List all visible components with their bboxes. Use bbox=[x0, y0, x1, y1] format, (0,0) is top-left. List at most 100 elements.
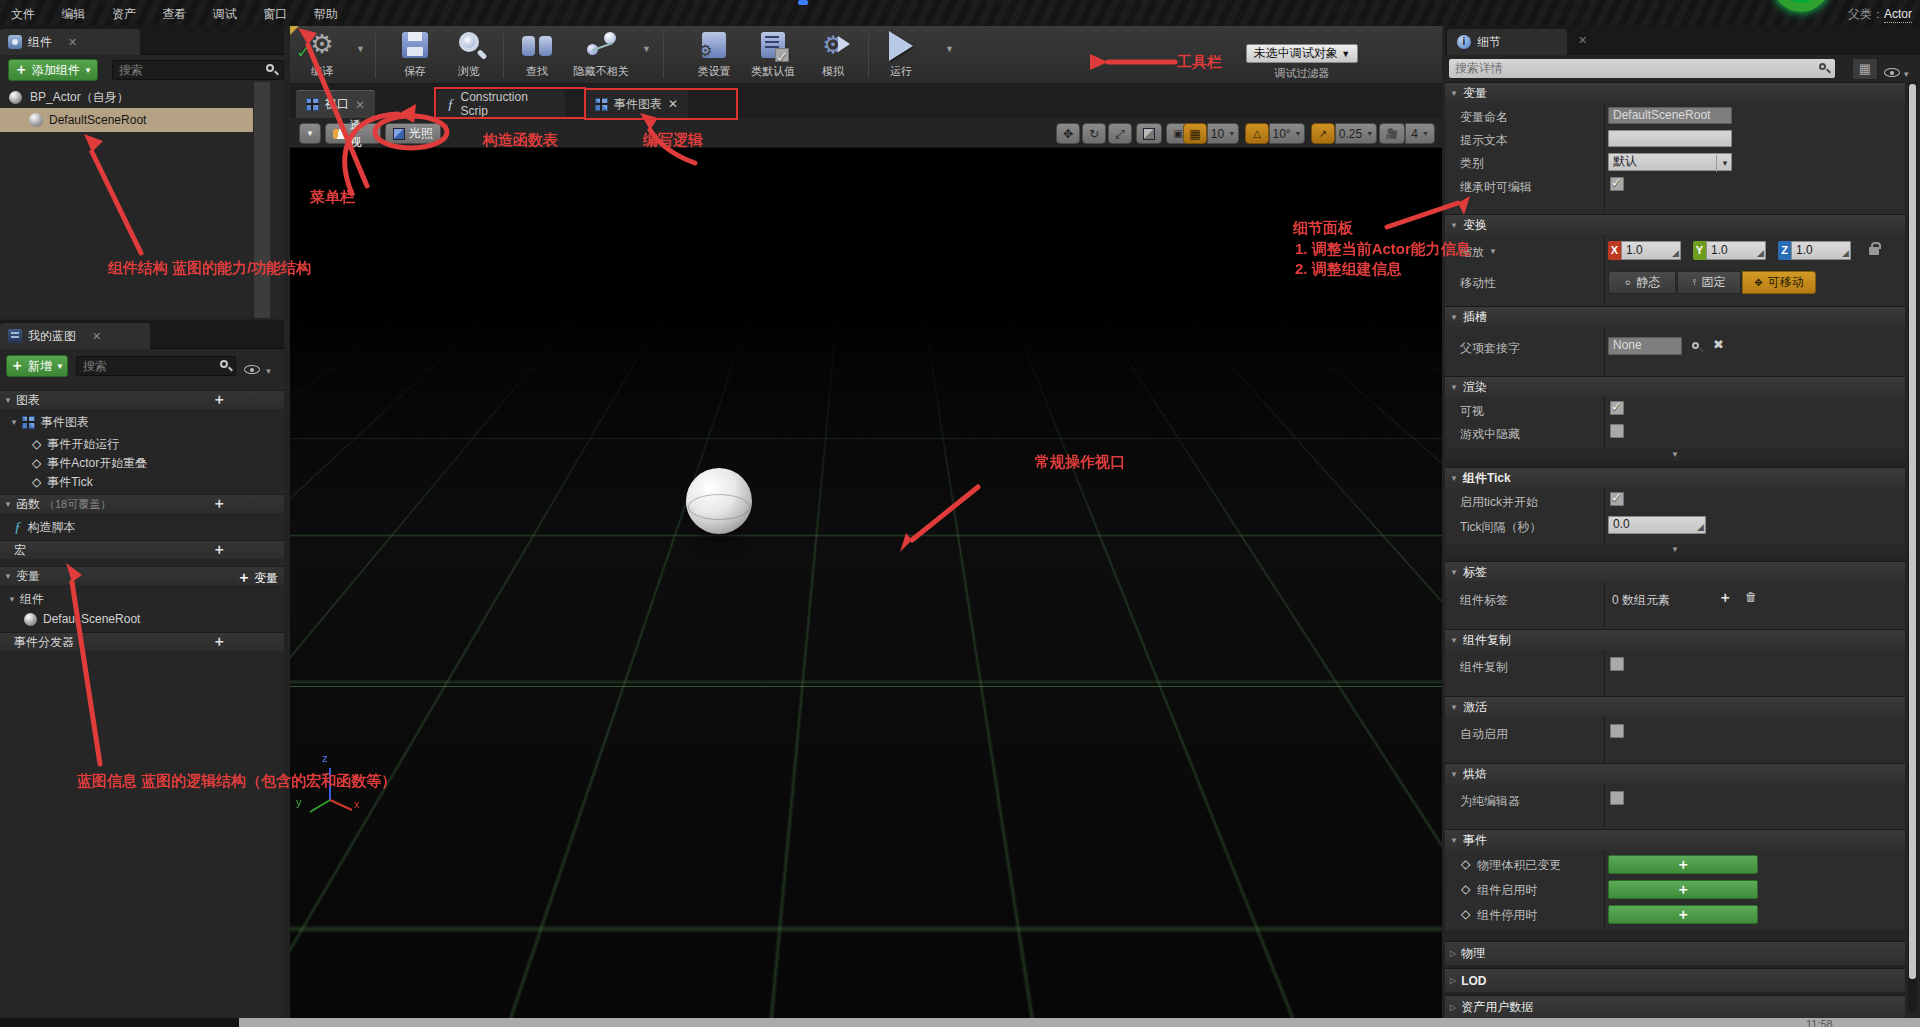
event-graph-row[interactable]: ▼ 事件图表 bbox=[0, 411, 253, 433]
menu-file[interactable]: 文件 bbox=[0, 0, 46, 29]
menu-view[interactable]: 查看 bbox=[151, 0, 197, 29]
close-icon[interactable]: ✕ bbox=[68, 36, 77, 49]
scale-tool-button[interactable]: ⤢ bbox=[1108, 123, 1132, 144]
tab-details[interactable]: i 细节 bbox=[1447, 29, 1567, 55]
find-button[interactable]: 查找 bbox=[505, 29, 569, 79]
menu-edit[interactable]: 编辑 bbox=[50, 0, 96, 29]
category-dropdown[interactable]: 默认▼ bbox=[1608, 153, 1732, 171]
tick-interval-field[interactable]: 0.0◢ bbox=[1608, 516, 1706, 534]
sphere-actor[interactable] bbox=[686, 468, 752, 534]
close-icon[interactable]: ✕ bbox=[355, 98, 365, 112]
display-options-button[interactable]: ▦ bbox=[1852, 58, 1878, 80]
components-search-input[interactable]: 搜索 bbox=[112, 60, 284, 80]
menu-window[interactable]: 窗口 bbox=[252, 0, 298, 29]
play-dropdown-caret[interactable]: ▼ bbox=[945, 44, 954, 54]
tab-viewport[interactable]: 视口 ✕ bbox=[296, 90, 375, 118]
lock-icon[interactable] bbox=[1869, 247, 1879, 255]
section-events-header[interactable]: ▼事件 bbox=[1445, 829, 1905, 850]
visibility-filter-icon[interactable]: ▼ bbox=[244, 360, 272, 378]
menu-asset[interactable]: 资产 bbox=[101, 0, 147, 29]
socket-search-icon[interactable] bbox=[1692, 342, 1699, 349]
rotation-snap-toggle[interactable]: △ bbox=[1245, 123, 1269, 144]
rotation-snap-value[interactable]: 10°▼ bbox=[1269, 123, 1305, 144]
tab-components[interactable]: 组件 ✕ bbox=[0, 29, 140, 55]
scale-y-field[interactable]: 1.0◢ bbox=[1706, 241, 1766, 260]
visible-checkbox[interactable] bbox=[1610, 401, 1624, 415]
tab-construction-script[interactable]: ƒ Construction Scrip bbox=[437, 90, 565, 118]
add-new-button[interactable]: ＋新增▼ bbox=[6, 355, 68, 377]
section-activation-header[interactable]: ▼激活 bbox=[1445, 696, 1905, 717]
tab-event-graph[interactable]: 事件图表 ✕ bbox=[585, 90, 688, 118]
section-lod-header[interactable]: ▷LOD bbox=[1445, 968, 1905, 992]
visibility-options-button[interactable]: ▼ bbox=[1884, 63, 1910, 81]
mobility-movable-button[interactable]: ✥可移动 bbox=[1742, 271, 1816, 294]
class-settings-button[interactable]: ⚙ 类设置 bbox=[682, 29, 746, 79]
scale-snap-toggle[interactable]: ↗ bbox=[1311, 123, 1335, 144]
close-icon[interactable]: ✕ bbox=[668, 97, 678, 111]
simulate-button[interactable]: ⚙ 模拟 bbox=[801, 29, 865, 79]
event-row[interactable]: ◇ 事件Tick bbox=[0, 471, 253, 493]
add-graph-button[interactable]: ＋ bbox=[212, 391, 226, 409]
rotate-tool-button[interactable]: ↻ bbox=[1082, 123, 1106, 144]
section-transform-header[interactable]: ▼变换 bbox=[1445, 214, 1905, 235]
mobility-static-button[interactable]: ⚪静态 bbox=[1608, 271, 1676, 294]
macros-section-header[interactable]: 宏 ＋ bbox=[0, 540, 284, 559]
section-tick-header[interactable]: ▼组件Tick bbox=[1445, 467, 1905, 488]
parent-socket-field[interactable]: None bbox=[1608, 337, 1682, 355]
components-group-row[interactable]: ▼ 组件 bbox=[0, 588, 253, 610]
section-cooking-header[interactable]: ▼烘焙 bbox=[1445, 763, 1905, 784]
world-local-toggle[interactable] bbox=[1136, 123, 1162, 144]
camera-speed-icon-button[interactable]: 🎥 bbox=[1379, 123, 1405, 144]
section-physics-header[interactable]: ▷物理 bbox=[1445, 941, 1905, 965]
compile-dropdown-caret[interactable]: ▼ bbox=[356, 44, 365, 54]
components-scrollbar[interactable] bbox=[254, 82, 270, 318]
section-replication-header[interactable]: ▼组件复制 bbox=[1445, 629, 1905, 650]
add-component-deactivated-event[interactable]: ＋ bbox=[1608, 905, 1758, 924]
add-tag-button[interactable]: ＋ bbox=[1718, 589, 1732, 607]
class-defaults-button[interactable]: ✓ 类默认值 bbox=[741, 29, 805, 79]
section-asset-user-data-header[interactable]: ▷资产用户数据 bbox=[1445, 995, 1905, 1018]
scale-x-field[interactable]: 1.0◢ bbox=[1621, 241, 1681, 260]
viewport-options-button[interactable]: ▼ bbox=[299, 123, 321, 144]
menu-debug[interactable]: 调试 bbox=[202, 0, 248, 29]
hide-unrelated-button[interactable]: 隐藏不相关 bbox=[569, 29, 633, 79]
add-macro-button[interactable]: ＋ bbox=[212, 541, 226, 559]
editor-only-checkbox[interactable] bbox=[1610, 791, 1624, 805]
graphs-section-header[interactable]: ▼图表 ＋ bbox=[0, 390, 284, 409]
add-function-button[interactable]: ＋ bbox=[212, 495, 226, 513]
advanced-expander[interactable]: ▼ bbox=[1445, 544, 1905, 556]
construction-script-row[interactable]: ƒ 构造脚本 bbox=[0, 516, 253, 538]
grid-snap-value[interactable]: 10▼ bbox=[1207, 123, 1239, 144]
perspective-button[interactable]: 透视 bbox=[325, 123, 381, 144]
delete-tags-button[interactable]: 🗑 bbox=[1745, 590, 1757, 604]
add-physics-volume-changed-event[interactable]: ＋ bbox=[1608, 855, 1758, 874]
mobility-stationary-button[interactable]: ⫯固定 bbox=[1677, 271, 1741, 294]
play-button[interactable]: 运行 bbox=[869, 29, 933, 79]
parent-class-link[interactable]: Actor bbox=[1884, 7, 1912, 23]
lit-mode-button[interactable]: 光照 bbox=[385, 123, 441, 144]
my-blueprint-search-input[interactable]: 搜索 bbox=[76, 356, 236, 376]
hide-unrelated-caret[interactable]: ▼ bbox=[642, 44, 651, 54]
scale-snap-value[interactable]: 0.25▼ bbox=[1335, 123, 1377, 144]
scene-root-variable-row[interactable]: Defaul SceneRoot bbox=[0, 608, 253, 630]
debug-object-dropdown[interactable]: 未选中调试对象 ▼ bbox=[1246, 44, 1358, 63]
details-search-input[interactable]: 搜索详情 bbox=[1449, 59, 1835, 78]
scale-z-field[interactable]: 1.0◢ bbox=[1791, 241, 1851, 260]
grid-snap-toggle[interactable]: ▦ bbox=[1183, 123, 1207, 144]
add-component-button[interactable]: ＋添加组件▼ bbox=[8, 59, 98, 81]
dispatchers-section-header[interactable]: 事件分发器 ＋ bbox=[0, 632, 284, 651]
details-scrollbar[interactable] bbox=[1908, 82, 1917, 1012]
add-dispatcher-button[interactable]: ＋ bbox=[212, 633, 226, 651]
variables-section-header[interactable]: ▼变量 ＋ 变量 bbox=[0, 566, 284, 585]
browse-button[interactable]: 浏览 bbox=[437, 29, 501, 79]
component-row-self[interactable]: BP_Actor（自身） bbox=[0, 86, 253, 108]
translate-tool-button[interactable]: ✥ bbox=[1056, 123, 1080, 144]
socket-clear-icon[interactable]: ✖ bbox=[1713, 337, 1724, 352]
add-component-activated-event[interactable]: ＋ bbox=[1608, 880, 1758, 899]
tab-my-blueprint[interactable]: 我的蓝图 ✕ bbox=[0, 323, 150, 349]
section-sockets-header[interactable]: ▼插槽 bbox=[1445, 306, 1905, 327]
close-icon[interactable]: ✕ bbox=[92, 330, 101, 343]
close-icon[interactable]: ✕ bbox=[1578, 34, 1587, 47]
3d-viewport[interactable]: z y x bbox=[290, 148, 1442, 1018]
auto-activate-checkbox[interactable] bbox=[1610, 724, 1624, 738]
